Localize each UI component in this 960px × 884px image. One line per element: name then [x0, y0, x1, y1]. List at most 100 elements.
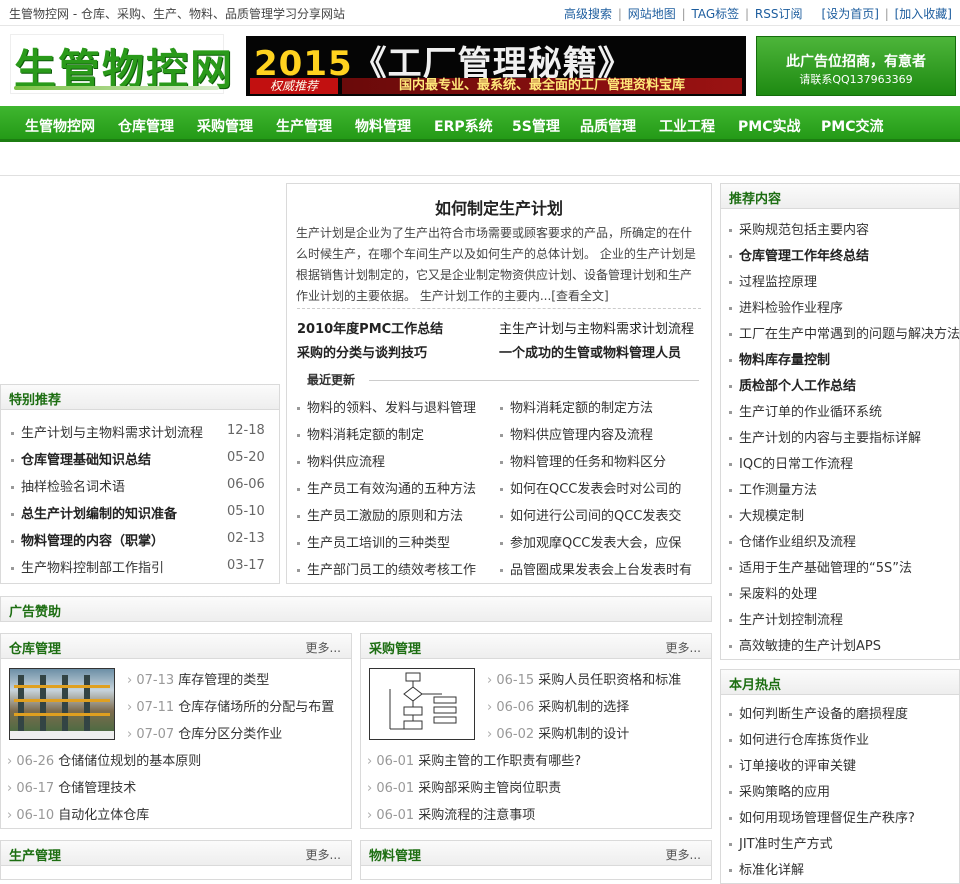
list-item[interactable]: 大规模定制: [729, 505, 804, 524]
list-item[interactable]: 过程监控原理: [729, 271, 817, 290]
list-item[interactable]: 物料供应管理内容及流程: [500, 424, 653, 443]
highlight-link[interactable]: 一个成功的生管或物料管理人员: [499, 342, 681, 361]
list-item[interactable]: 如何用现场管理督促生产秩序?: [729, 807, 915, 826]
more-link[interactable]: 更多...: [306, 846, 341, 863]
list-item[interactable]: 生产计划的内容与主要指标详解: [729, 427, 921, 446]
list-item[interactable]: 生产计划控制流程: [729, 609, 843, 628]
list-item[interactable]: 生产员工激励的原则和方法: [297, 505, 463, 524]
special-header: 特别推荐: [1, 385, 279, 410]
ad-banner-side[interactable]: 此广告位招商，有意者 请联系QQ137963369: [756, 36, 956, 96]
list-item[interactable]: 生产部门员工的绩效考核工作: [297, 559, 476, 578]
list-item[interactable]: 仓库管理基础知识总结: [11, 449, 151, 468]
list-item[interactable]: 采购策略的应用: [729, 781, 830, 800]
list-item[interactable]: 物料库存量控制: [729, 349, 830, 368]
list-item[interactable]: 进料检验作业程序: [729, 297, 843, 316]
list-item[interactable]: 抽样检验名词术语: [11, 476, 125, 495]
list-item[interactable]: 仓储作业组织及流程: [729, 531, 856, 550]
list-item[interactable]: JIT准时生产方式: [729, 833, 833, 852]
more-link[interactable]: 更多...: [666, 846, 701, 863]
advanced-search-link[interactable]: 高级搜索: [564, 7, 612, 21]
list-item[interactable]: 呆废料的处理: [729, 583, 817, 602]
highlight-link[interactable]: 主生产计划与主物料需求计划流程: [499, 318, 694, 337]
warehouse-thumbnail[interactable]: [9, 668, 115, 740]
list-item[interactable]: › 06-01 采购主管的工作职责有哪些?: [367, 750, 581, 769]
list-item[interactable]: › 07-13 库存管理的类型: [127, 669, 269, 688]
more-link[interactable]: 更多...: [666, 639, 701, 656]
list-item[interactable]: › 06-17 仓储管理技术: [7, 777, 136, 796]
rss-link[interactable]: RSS订阅: [755, 7, 803, 21]
purchase-header: 采购管理 更多...: [361, 634, 711, 659]
list-item[interactable]: 物料管理的内容（职掌）: [11, 530, 164, 549]
divider: [297, 308, 701, 309]
list-item[interactable]: 生产员工培训的三种类型: [297, 532, 450, 551]
list-item[interactable]: 总生产计划编制的知识准备: [11, 503, 177, 522]
highlight-link[interactable]: 采购的分类与谈判技巧: [297, 342, 427, 361]
list-item[interactable]: 仓库管理工作年终总结: [729, 245, 869, 264]
nav-pmc-practice[interactable]: PMC实战: [738, 116, 800, 136]
list-item[interactable]: 物料管理的任务和物料区分: [500, 451, 666, 470]
latest-title: 最近更新: [307, 373, 356, 387]
list-item[interactable]: › 06-01 采购部采购主管岗位职责: [367, 777, 561, 796]
nav-erp[interactable]: ERP系统: [434, 116, 493, 136]
list-item[interactable]: 适用于生产基础管理的“5S”法: [729, 557, 912, 576]
list-item[interactable]: › 06-15 采购人员任职资格和标准: [487, 669, 681, 688]
banner-tag: 权威推荐: [250, 78, 338, 94]
nav-home[interactable]: 生管物控网: [25, 116, 95, 136]
purchase-thumbnail[interactable]: [369, 668, 475, 740]
list-item[interactable]: 品管圈成果发表会上台发表时有: [500, 559, 692, 578]
list-item[interactable]: 如何在QCC发表会时对公司的: [500, 478, 681, 497]
list-item[interactable]: › 06-10 自动化立体仓库: [7, 804, 149, 823]
list-item[interactable]: 如何进行仓库拣货作业: [729, 729, 869, 748]
warehouse-rack-image: [10, 675, 114, 739]
article-title[interactable]: 如何制定生产计划: [287, 195, 711, 219]
material-title[interactable]: 物料管理: [369, 845, 421, 864]
list-item[interactable]: IQC的日常工作流程: [729, 453, 853, 472]
list-item[interactable]: 生产计划与主物料需求计划流程: [11, 422, 203, 441]
nav-pmc-exchange[interactable]: PMC交流: [821, 116, 883, 136]
list-item[interactable]: 参加观摩QCC发表大会，应保: [500, 532, 681, 551]
list-item[interactable]: 物料的领料、发料与退料管理: [297, 397, 476, 416]
add-favorite-link[interactable]: [加入收藏]: [895, 7, 952, 21]
top-bar: 生管物控网 - 仓库、采购、生产、物料、品质管理学习分享网站 高级搜索 | 网站…: [0, 0, 960, 26]
set-home-link[interactable]: [设为首页]: [822, 7, 879, 21]
more-link[interactable]: 更多...: [306, 639, 341, 656]
nav-purchase[interactable]: 采购管理: [197, 116, 253, 136]
list-item[interactable]: 物料消耗定额的制定: [297, 424, 424, 443]
list-item[interactable]: 标准化详解: [729, 859, 804, 878]
list-item[interactable]: 工厂在生产中常遇到的问题与解决方法: [729, 323, 960, 342]
main-nav: 生管物控网 仓库管理 采购管理 生产管理 物料管理 ERP系统 5S管理 品质管…: [0, 106, 960, 142]
nav-material[interactable]: 物料管理: [355, 116, 411, 136]
sitemap-link[interactable]: 网站地图: [628, 7, 676, 21]
nav-quality[interactable]: 品质管理: [580, 116, 636, 136]
highlight-link[interactable]: 2010年度PMC工作总结: [297, 318, 443, 337]
special-panel: 特别推荐 生产计划与主物料需求计划流程 12-18 仓库管理基础知识总结 05-…: [0, 384, 280, 584]
list-item[interactable]: 生产物料控制部工作指引: [11, 557, 164, 576]
list-item[interactable]: › 06-01 采购流程的注意事项: [367, 804, 535, 823]
nav-5s[interactable]: 5S管理: [512, 116, 560, 136]
list-item[interactable]: 如何进行公司间的QCC发表交: [500, 505, 681, 524]
nav-production[interactable]: 生产管理: [276, 116, 332, 136]
list-item[interactable]: › 07-07 仓库分区分类作业: [127, 723, 282, 742]
list-item[interactable]: 订单接收的评审关键: [729, 755, 856, 774]
list-item[interactable]: 生产员工有效沟通的五种方法: [297, 478, 476, 497]
ad-banner-main[interactable]: 2015《工厂管理秘籍》 权威推荐 国内最专业、最系统、最全面的工厂管理资料宝库: [246, 36, 746, 96]
list-item[interactable]: 高效敏捷的生产计划APS: [729, 635, 881, 654]
list-item[interactable]: 采购规范包括主要内容: [729, 219, 869, 238]
list-item[interactable]: 质检部个人工作总结: [729, 375, 856, 394]
purchase-title[interactable]: 采购管理: [369, 638, 421, 657]
list-item[interactable]: 生产订单的作业循环系统: [729, 401, 882, 420]
list-item[interactable]: 工作测量方法: [729, 479, 817, 498]
list-item[interactable]: 如何判断生产设备的磨损程度: [729, 703, 908, 722]
list-item[interactable]: › 07-11 仓库存储场所的分配与布置: [127, 696, 334, 715]
production-title[interactable]: 生产管理: [9, 845, 61, 864]
nav-warehouse[interactable]: 仓库管理: [118, 116, 174, 136]
tag-link[interactable]: TAG标签: [691, 7, 739, 21]
list-item[interactable]: › 06-26 仓储储位规划的基本原则: [7, 750, 201, 769]
nav-ie[interactable]: 工业工程: [659, 116, 715, 136]
list-item[interactable]: 物料供应流程: [297, 451, 385, 470]
warehouse-title[interactable]: 仓库管理: [9, 638, 61, 657]
banner2-line1: 此广告位招商，有意者: [786, 54, 926, 70]
list-item[interactable]: › 06-02 采购机制的设计: [487, 723, 629, 742]
list-item[interactable]: 物料消耗定额的制定方法: [500, 397, 653, 416]
list-item[interactable]: › 06-06 采购机制的选择: [487, 696, 629, 715]
